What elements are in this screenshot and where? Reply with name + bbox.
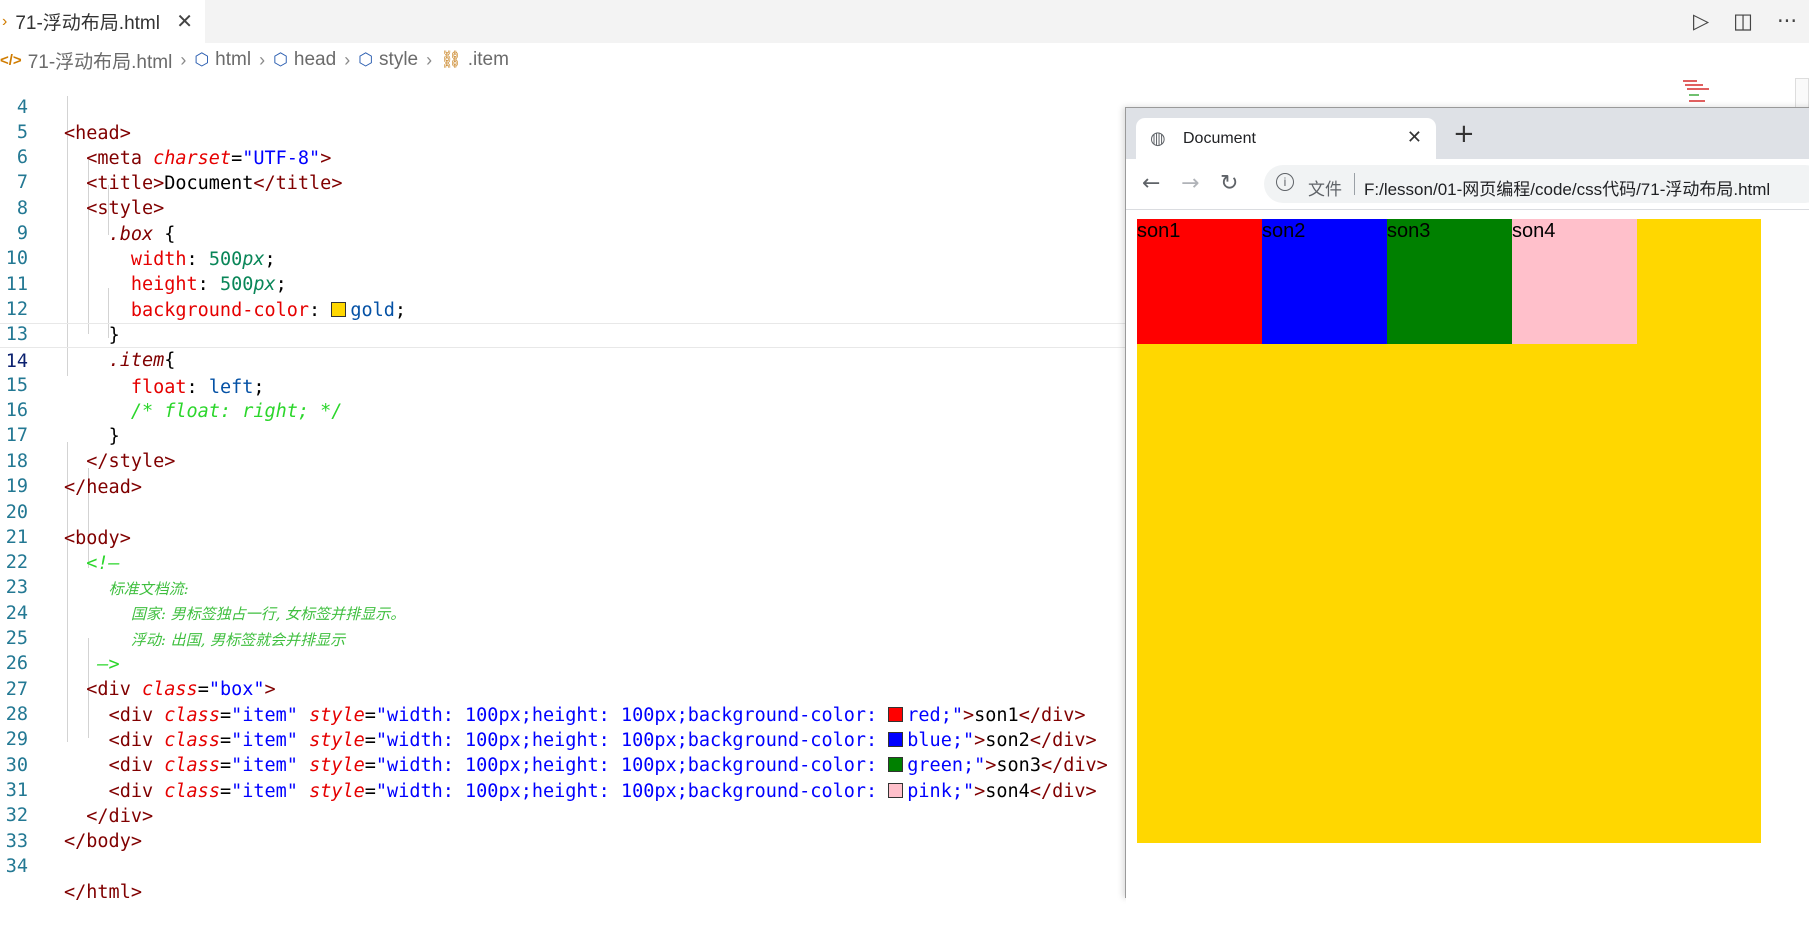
html-file-icon: </> [0,51,22,69]
editor-actions: ▷ ◫ ··· [1693,6,1797,36]
breadcrumb-html[interactable]: ⬡ html [194,49,251,71]
code-line: 23 国家: 男标签独占一行, 女标签并排显示。 [0,550,1130,622]
code-line: 24 浮动: 出国, 男标签就会并排显示 [0,576,1130,648]
new-tab-button[interactable]: + [1453,119,1475,149]
file-label: 文件 [1308,180,1342,199]
html-file-icon: › [2,12,8,30]
son1-box: son1 [1137,219,1262,344]
gold-box: son1 son2 son3 son4 [1137,219,1761,843]
line-number: 34 [5,856,28,878]
code-line: 10 height: 500px; [0,221,1130,294]
code-line: 31 </div> [0,753,1130,826]
browser-tab[interactable]: ◍ Document ✕ [1136,118,1436,159]
code-line: 11 background-color: gold; [0,247,1130,320]
browser-tab-strip: ◍ Document ✕ + [1126,108,1809,159]
minimap[interactable] [1675,78,1735,108]
editor-tab-label: 71-浮动布局.html [15,13,160,34]
code-line: 20 <body> [0,475,1130,548]
browser-tab-title: Document [1183,130,1256,147]
chevron-right-icon: › [344,49,351,70]
cube-icon: ⬡ [273,50,288,69]
cube-icon: ⬡ [358,50,374,69]
close-icon[interactable]: ✕ [176,9,193,34]
chevron-right-icon: › [426,49,433,70]
css-class-icon: ⛓ [440,50,462,69]
code-line: 34 </html> [0,829,1130,902]
breadcrumb-head-label: head [293,49,337,70]
code-line: 16 } [0,373,1130,446]
close-icon[interactable]: ✕ [1407,127,1422,148]
cube-icon: ⬡ [194,50,210,69]
line-text: </html> [64,880,142,905]
reload-icon[interactable]: ↻ [1220,171,1238,196]
breadcrumb-style-label: style [379,49,419,70]
breadcrumb-html-label: html [215,49,252,70]
code-line: 32 </body> [0,778,1130,851]
code-line: 18 </head> [0,424,1130,497]
page-viewport: son1 son2 son3 son4 [1126,210,1809,910]
code-line: 13 .item{ [0,297,1130,370]
code-line: 29 <div class="item" style="width: 100px… [0,702,1130,775]
chevron-right-icon: › [259,49,266,70]
breadcrumb-item[interactable]: ⛓ .item [440,49,509,71]
more-icon[interactable]: ··· [1777,6,1797,36]
son4-box: son4 [1512,219,1637,344]
info-icon[interactable]: i [1276,173,1294,191]
code-line-active: 14 float: left; [0,323,1130,398]
run-icon[interactable]: ▷ [1693,6,1709,36]
code-line: 28 <div class="item" style="width: 100px… [0,677,1130,750]
code-line: 7 <style> [0,145,1130,218]
code-line: 5 <meta charset="UTF-8"> [0,95,1130,168]
divider [1354,173,1355,195]
code-line: 9 width: 500px; [0,196,1130,269]
code-token: </html> [64,881,142,903]
split-editor-icon[interactable]: ◫ [1733,6,1753,36]
code-line: 25 —> [0,601,1130,674]
code-line: 22 标准文档流: [0,525,1130,597]
address-bar[interactable]: i 文件 F:/lesson/01-网页编程/code/css代码/71-浮动布… [1264,165,1809,203]
url-text: F:/lesson/01-网页编程/code/css代码/71-浮动布局.htm… [1364,180,1771,199]
globe-icon: ◍ [1150,128,1166,149]
code-line: 12 } [0,272,1130,345]
code-line: 6 <title>Document</title> [0,120,1130,193]
code-line: 27 <div class="item" style="width: 100px… [0,652,1130,725]
breadcrumb-item-label: .item [467,49,509,70]
editor-tab[interactable]: › 71-浮动布局.html ✕ [0,0,205,43]
code-line: 33 [0,804,1130,852]
code-line: 26 <div class="box"> [0,626,1130,699]
son3-box: son3 [1387,219,1512,344]
breadcrumb-head[interactable]: ⬡ head [273,49,336,71]
code-line: 30 <div class="item" style="width: 100px… [0,728,1130,801]
browser-toolbar: ← → ↻ i 文件 F:/lesson/01-网页编程/code/css代码/… [1126,159,1809,210]
chevron-right-icon: › [180,49,187,70]
code-line: 8 .box { [0,171,1130,244]
editor-tab-bar: › 71-浮动布局.html ✕ ▷ ◫ ··· [0,0,1809,43]
son2-box: son2 [1262,219,1387,344]
forward-icon[interactable]: → [1181,171,1199,196]
code-line: 19 [0,449,1130,497]
code-line: 21 <!— [0,500,1130,573]
code-line: 4 <head> [0,70,1130,143]
breadcrumb-style[interactable]: ⬡ style [358,49,418,71]
scrollbar[interactable] [1795,78,1809,110]
back-icon[interactable]: ← [1142,171,1160,196]
code-line: 15 /* float: right; */ [0,348,1130,421]
browser-window: ◍ Document ✕ + ← → ↻ i 文件 F:/lesson/01-网… [1125,107,1809,910]
code-line: 17 </style> [0,398,1130,471]
